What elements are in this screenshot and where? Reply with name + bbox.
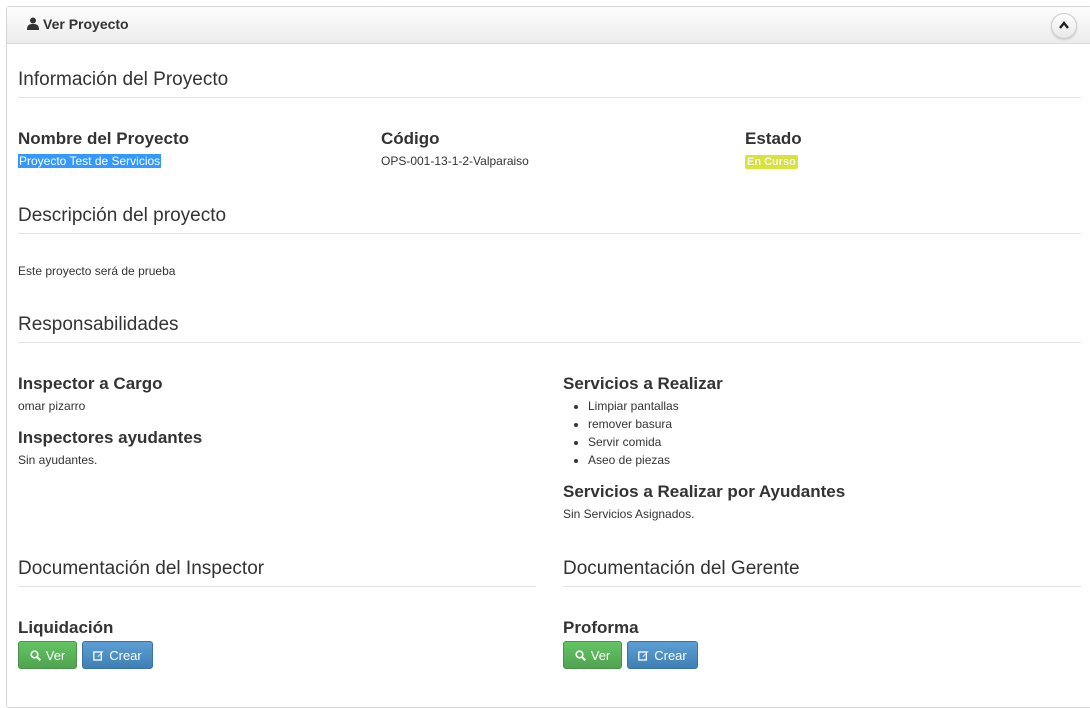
panel-header: Ver Proyecto <box>7 7 1090 44</box>
manager-docs-heading: Documentación del Gerente <box>563 558 800 579</box>
user-icon <box>27 17 39 30</box>
liquidation-label: Liquidación <box>18 618 114 637</box>
inspector-label: Inspector a Cargo <box>18 374 163 393</box>
divider <box>18 586 536 587</box>
helpers-value: Sin ayudantes. <box>18 453 98 467</box>
project-name-value: Proyecto Test de Servicios <box>18 154 162 168</box>
divider <box>18 342 1081 343</box>
description-heading: Descripción del proyecto <box>18 205 227 226</box>
responsibilities-heading: Responsabilidades <box>18 314 179 335</box>
services-label: Servicios a Realizar <box>563 374 723 393</box>
code-value: OPS-001-13-1-2-Valparaiso <box>381 154 529 168</box>
status-badge: En Curso <box>745 155 798 169</box>
list-item: Limpiar pantallas <box>588 397 679 415</box>
project-name-text: Proyecto Test de Servicios <box>18 154 162 168</box>
code-label: Código <box>381 129 440 148</box>
edit-icon <box>93 651 104 661</box>
proforma-view-button[interactable]: Ver <box>563 641 622 669</box>
divider <box>563 586 1081 587</box>
liquidation-create-button[interactable]: Crear <box>82 641 153 669</box>
panel-title: Ver Proyecto <box>27 16 129 32</box>
divider <box>18 233 1081 234</box>
zoom-icon <box>30 650 41 662</box>
view-project-panel: Ver Proyecto Información del Proyecto No… <box>6 6 1090 708</box>
list-item: remover basura <box>588 415 679 433</box>
chevron-up-icon <box>1059 21 1069 29</box>
liquidation-view-button[interactable]: Ver <box>18 641 77 669</box>
services-list: Limpiar pantallas remover basura Servir … <box>564 397 679 469</box>
helper-services-value: Sin Servicios Asignados. <box>563 507 695 521</box>
helpers-label: Inspectores ayudantes <box>18 428 203 447</box>
status-label: Estado <box>745 129 802 148</box>
list-item: Aseo de piezas <box>588 451 679 469</box>
edit-icon <box>638 651 649 661</box>
collapse-button[interactable] <box>1051 13 1077 39</box>
info-heading: Información del Proyecto <box>18 69 229 90</box>
project-name-label: Nombre del Proyecto <box>18 129 189 148</box>
divider <box>18 97 1081 98</box>
inspector-value: omar pizarro <box>18 399 86 413</box>
list-item: Servir comida <box>588 433 679 451</box>
description-text: Este proyecto será de prueba <box>18 264 176 278</box>
panel-title-text: Ver Proyecto <box>43 16 129 32</box>
helper-services-label: Servicios a Realizar por Ayudantes <box>563 482 846 501</box>
proforma-create-button[interactable]: Crear <box>627 641 698 669</box>
proforma-label: Proforma <box>563 618 639 637</box>
inspector-docs-heading: Documentación del Inspector <box>18 558 265 579</box>
zoom-icon <box>575 650 586 662</box>
